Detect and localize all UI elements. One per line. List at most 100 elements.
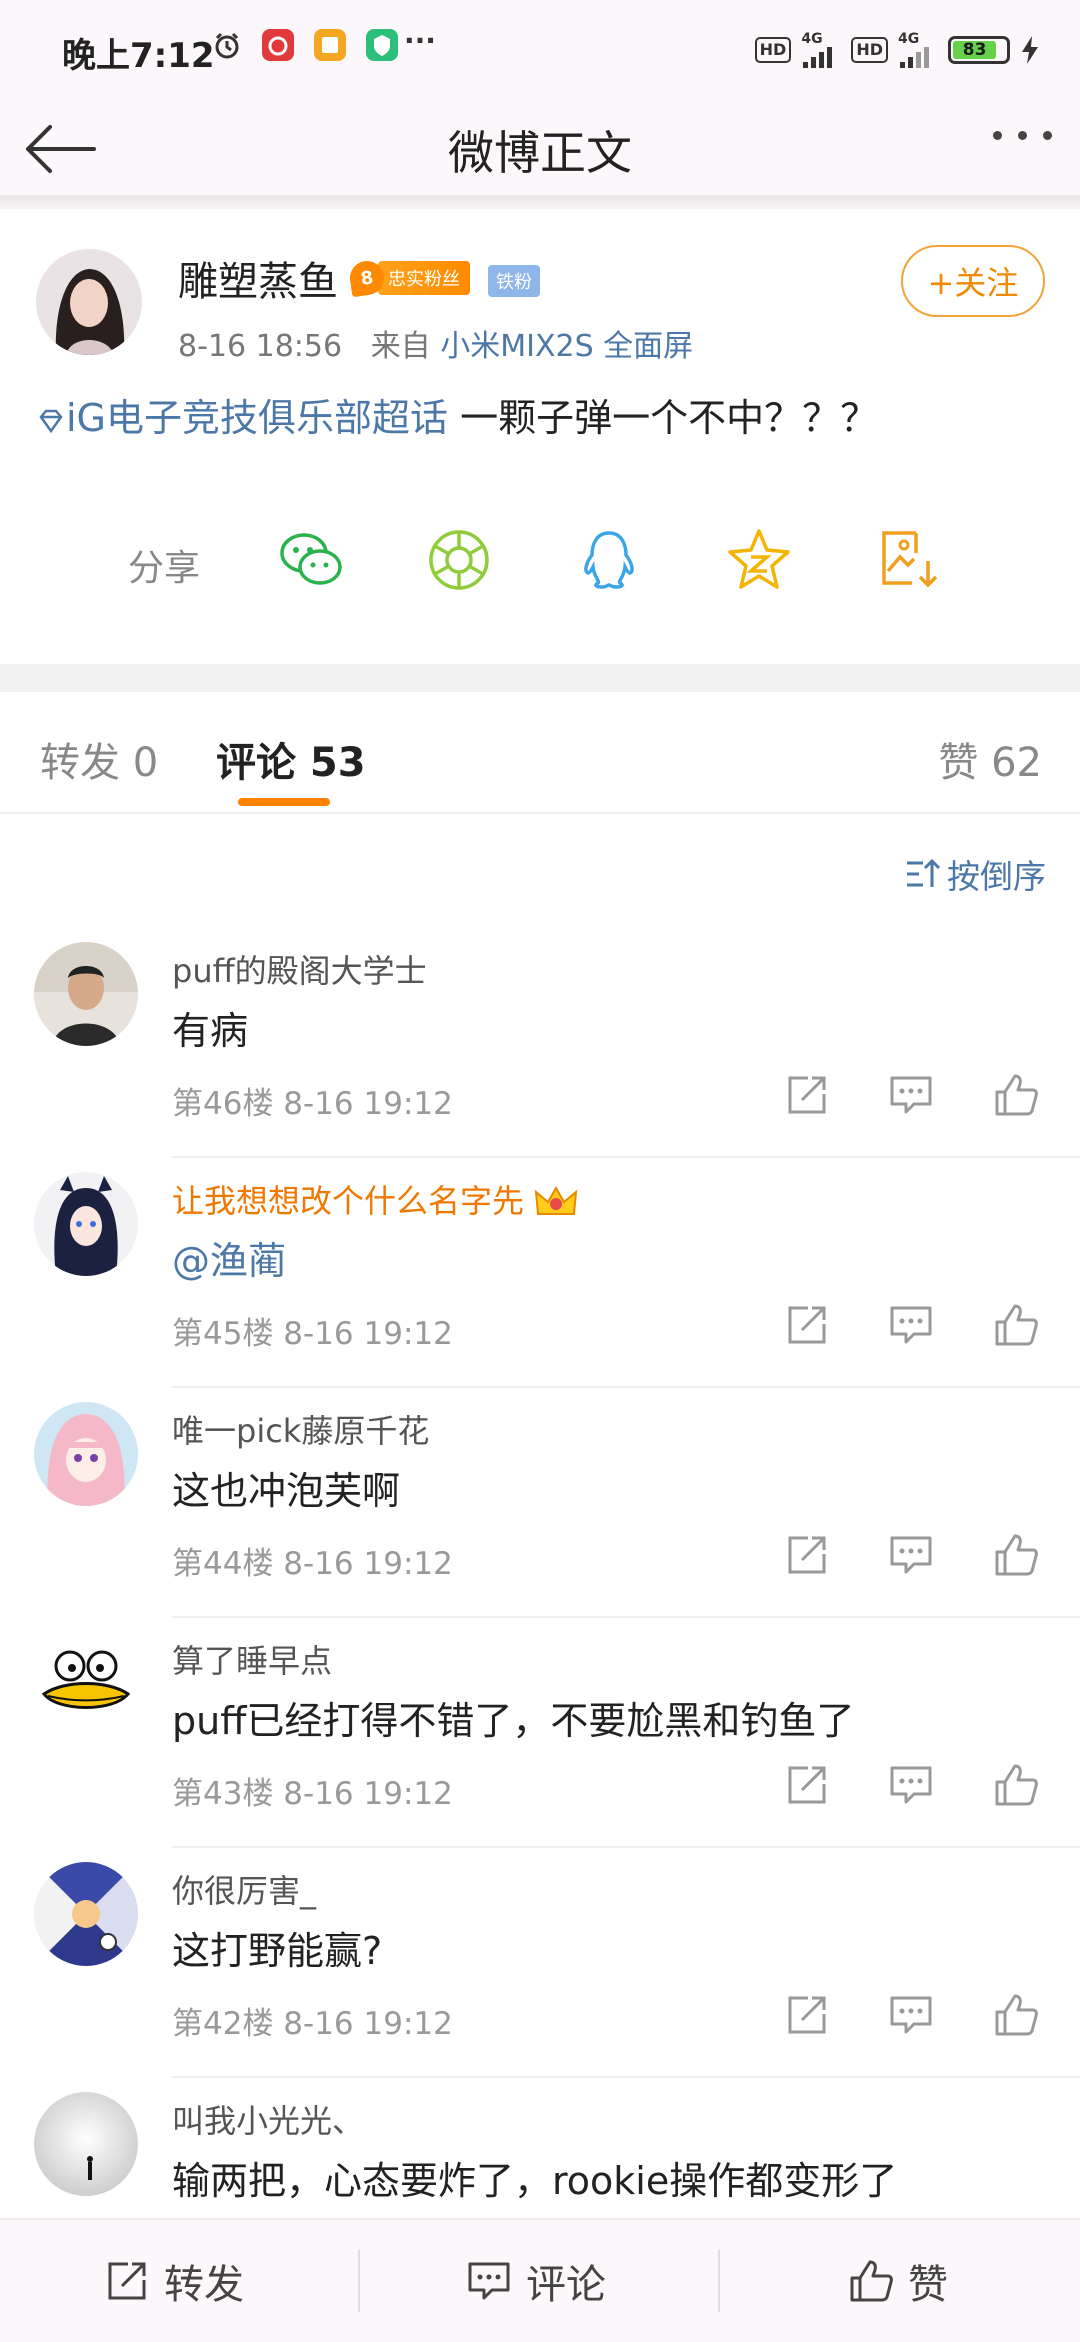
repost-icon[interactable] [784,1992,830,2038]
security-app-icon [366,29,398,61]
post-text: 一颗子弹一个不中？？？ [448,396,879,440]
loyal-fan-badge: 8 忠实粉丝 [347,258,470,298]
like-button[interactable]: 赞 [848,2220,948,2342]
bar-separator [718,2250,720,2312]
like-icon [850,2260,893,2302]
comment-icon[interactable] [888,1992,934,2038]
comment-item: 你很厉害_ 这打野能赢? 第42楼 8-16 19:12 [0,1858,1080,2088]
dot [993,131,1002,140]
follow-button[interactable]: +关注 [901,245,1045,317]
comment-divider [172,1616,1080,1618]
repost-icon[interactable] [784,1072,830,1118]
comment-divider [172,1156,1080,1158]
tab-repost[interactable]: 转发 0 [40,730,158,788]
post-card: 雕塑蒸鱼 8 忠实粉丝 铁粉 8-16 18:56 来自 小米MIX2S 全面屏… [0,209,1080,664]
commenter-avatar[interactable] [34,1862,138,1966]
comment-floor-time: 第42楼 8-16 19:12 [172,2006,453,2042]
vip-crown-icon [534,1185,578,1215]
commenter-avatar[interactable] [34,942,138,1046]
comment-label: 评论 [526,2262,606,2308]
alarm-icon [215,32,239,59]
sort-icon [907,858,941,887]
save-image-icon[interactable] [874,525,944,595]
network-type: 4G [801,31,823,47]
moments-icon[interactable] [424,525,494,595]
commenter-name[interactable]: 唯一pick藤原千花 [172,1406,429,1452]
comment-item: 让我想想改个什么名字先 @渔蔺 第45楼 8-16 19:12 [0,1168,1080,1398]
like-icon[interactable] [993,1992,1039,2038]
comment-item: 唯一pick藤原千花 这也冲泡芙啊 第44楼 8-16 19:12 [0,1398,1080,1628]
tab-comment[interactable]: 评论 53 [216,730,366,788]
source-prefix: 来自 [370,329,431,364]
like-label: 赞 [908,2262,948,2308]
commenter-name[interactable]: 叫我小光光、 [172,2096,364,2142]
like-icon[interactable] [993,1762,1039,1808]
like-icon[interactable] [993,1532,1039,1578]
more-options-icon[interactable] [993,131,1052,140]
post-meta: 8-16 18:56 来自 小米MIX2S 全面屏 [178,321,693,365]
comment-button[interactable]: 评论 [466,2220,606,2342]
comment-icon[interactable] [888,1072,934,1118]
top-nav-bar: 微博正文 [0,95,1080,195]
post-source[interactable]: 小米MIX2S 全面屏 [440,329,693,364]
status-right: HD 4G HD 4G 83 [754,30,1040,70]
repost-button[interactable]: 转发 [104,2220,244,2342]
commenter-avatar[interactable] [34,1172,138,1276]
notes-app-icon [314,29,346,61]
hd-icon: HD [851,37,888,63]
qzone-star-icon[interactable] [724,525,794,595]
network-type: 4G [898,31,920,47]
repost-icon[interactable] [784,1302,830,1348]
iron-fan-badge: 铁粉 [488,265,540,297]
hd-icon: HD [754,37,792,63]
author-name[interactable]: 雕塑蒸鱼 [178,249,338,307]
comment-divider [172,1846,1080,1848]
dot [1018,131,1027,140]
like-icon[interactable] [993,1072,1039,1118]
comment-text: 这也冲泡芙啊 [172,1469,401,1513]
status-time: 晚上7:12 [62,36,215,76]
commenter-avatar[interactable] [34,2092,138,2196]
comment-icon[interactable] [888,1762,934,1808]
charging-icon [1022,36,1038,64]
comment-text[interactable]: @渔蔺 [172,1230,286,1285]
bottom-action-bar: 转发 评论 赞 [0,2218,1080,2342]
section-gap [0,664,1080,692]
wechat-icon[interactable] [276,525,346,595]
signal-1: 4G [801,32,841,68]
battery-level: 83 [953,40,997,60]
repost-icon[interactable] [784,1532,830,1578]
comment-icon[interactable] [888,1532,934,1578]
commenter-name[interactable]: 你很厉害_ [172,1866,316,1912]
comment-text: puff已经打得不错了，不要尬黑和钓鱼了 [172,1699,855,1743]
like-icon[interactable] [993,1302,1039,1348]
repost-icon [108,2262,146,2300]
interaction-tabs: 转发 0 评论 53 赞 62 [0,692,1080,814]
commenter-avatar[interactable] [34,1632,138,1736]
supertopic-name: iG电子竞技俱乐部超话 [66,396,449,440]
author-avatar[interactable] [36,249,142,355]
dot [1043,131,1052,140]
commenter-name[interactable]: puff的殿阁大学士 [172,946,427,992]
comment-icon[interactable] [888,1302,934,1348]
supertopic-link[interactable]: iG电子竞技俱乐部超话 [38,396,448,440]
commenter-name[interactable]: 算了睡早点 [172,1636,332,1682]
commenter-avatar[interactable] [34,1402,138,1506]
share-row: 分享 [0,519,1080,609]
comment-item: puff的殿阁大学士 有病 第46楼 8-16 19:12 [0,938,1080,1168]
comment-text: 这打野能赢? [172,1929,383,1973]
qq-icon[interactable] [574,525,644,595]
repost-label: 转发 [164,2262,244,2308]
comment-floor-time: 第44楼 8-16 19:12 [172,1546,453,1582]
comment-divider [172,1386,1080,1388]
tab-like[interactable]: 赞 62 [938,730,1042,788]
comment-floor-time: 第45楼 8-16 19:12 [172,1316,453,1352]
music-app-icon [262,29,294,61]
comment-item: 算了睡早点 puff已经打得不错了，不要尬黑和钓鱼了 第43楼 8-16 19:… [0,1628,1080,1858]
share-label: 分享 [128,548,201,589]
sort-toggle[interactable]: 按倒序 [905,850,1046,898]
comment-icon [468,2262,510,2300]
battery-icon: 83 [948,36,1010,64]
repost-icon[interactable] [784,1762,830,1808]
commenter-name[interactable]: 让我想想改个什么名字先 [172,1176,578,1222]
